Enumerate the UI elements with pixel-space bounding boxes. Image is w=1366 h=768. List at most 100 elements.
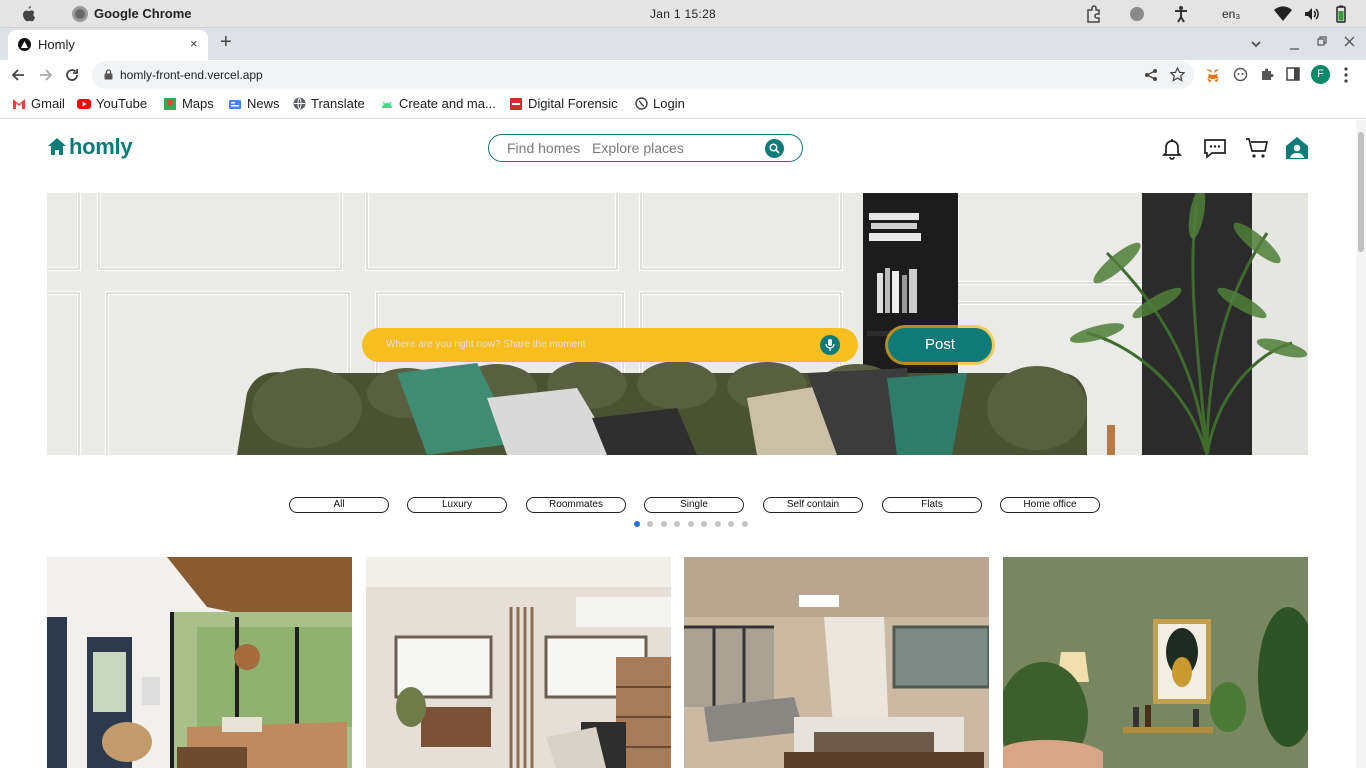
carousel-dot[interactable] [688,521,694,527]
close-window-icon[interactable] [1344,36,1355,47]
new-tab-button[interactable]: + [220,31,232,54]
site-search-bar[interactable]: Find homes Explore places [488,134,803,162]
youtube-icon [77,98,91,109]
category-all[interactable]: All [289,497,389,513]
cart-icon[interactable] [1245,136,1269,160]
restore-icon[interactable] [1317,36,1328,47]
url-text[interactable]: homly-front-end.vercel.app [120,68,263,82]
accessibility-icon[interactable] [1174,5,1188,23]
carousel-dot[interactable] [674,521,680,527]
tab-strip: Homly × + [0,28,1366,60]
active-app-name[interactable]: Google Chrome [94,6,192,21]
listing-photo-living-room-wood-ceiling [47,557,352,768]
minimize-icon[interactable] [1289,40,1300,51]
wifi-icon[interactable] [1274,5,1292,23]
profile-avatar[interactable]: F [1311,65,1330,84]
gmail-icon [13,98,25,109]
chat-icon[interactable] [1203,136,1227,160]
explore-places-placeholder[interactable]: Explore places [592,140,684,156]
metamask-extension-icon[interactable] [1205,67,1221,83]
bookmark-star-icon[interactable] [1170,67,1185,82]
address-bar[interactable]: homly-front-end.vercel.app [92,61,1194,89]
category-single[interactable]: Single [644,497,744,513]
category-flats[interactable]: Flats [882,497,982,513]
bookmark-maps[interactable]: Maps [163,96,214,111]
search-button[interactable] [765,139,784,158]
bell-icon[interactable] [1160,136,1184,160]
listing-photo-green-lounge [1003,557,1308,768]
microphone-button[interactable] [820,335,840,355]
logo-text: homly [69,134,133,159]
back-icon[interactable] [10,67,26,83]
more-menu-icon[interactable] [1344,67,1348,83]
bookmark-youtube[interactable]: YouTube [77,96,147,111]
search-icon [769,143,780,154]
carousel-dot[interactable] [742,521,748,527]
hero-wall-panels-image [47,193,1308,455]
tab-search-chevron-icon[interactable] [1250,38,1262,50]
bookmark-label: Maps [182,96,214,111]
tab-homly[interactable]: Homly × [8,30,208,60]
share-moment-input[interactable]: Where are you right now? Share the momen… [362,328,858,362]
page-scrollbar[interactable] [1356,120,1366,768]
bookmark-create-and-manage[interactable]: Create and ma... [380,96,496,111]
lock-icon[interactable] [104,69,113,80]
scrollbar-thumb[interactable] [1358,132,1364,252]
carousel-dot[interactable] [715,521,721,527]
bookmark-label: Create and ma... [399,96,496,111]
post-button[interactable]: Post [888,328,992,362]
digital-forensic-icon [510,97,522,110]
house-logo-icon [48,138,66,155]
side-panel-icon[interactable] [1286,67,1300,81]
volume-icon[interactable] [1303,5,1320,23]
listing-photo-loft-bedroom [684,557,989,768]
bookmark-label: Gmail [31,96,65,111]
bookmarks-bar: Gmail YouTube Maps News Translate Create… [0,90,1366,119]
bookmark-label: YouTube [96,96,148,111]
bookmark-digital-forensic[interactable]: Digital Forensic [509,96,618,111]
microphone-icon [825,339,835,351]
reload-icon[interactable] [64,67,80,83]
extension-circle-icon[interactable] [1233,67,1248,82]
battery-icon[interactable] [1334,5,1348,23]
listing-card[interactable] [47,557,352,768]
bookmark-label: Login [653,96,685,111]
bookmark-login[interactable]: Login [635,96,685,111]
extension-tray-icon[interactable] [1085,5,1102,23]
carousel-dot[interactable] [647,521,653,527]
apple-icon[interactable] [20,5,36,23]
share-moment-placeholder[interactable]: Where are you right now? Share the momen… [386,339,586,350]
carousel-dot[interactable] [701,521,707,527]
keyboard-language[interactable]: en₃ [1222,7,1240,21]
profile-house-icon[interactable] [1285,136,1309,160]
extensions-puzzle-icon[interactable] [1260,67,1275,82]
close-tab-icon[interactable]: × [190,36,198,51]
share-icon[interactable] [1144,68,1158,82]
bookmark-news[interactable]: News [228,96,280,111]
bookmark-translate[interactable]: Translate [293,96,365,111]
listing-photo-bedroom-windows [366,557,671,768]
browser-toolbar: homly-front-end.vercel.app F [0,60,1366,90]
bookmark-label: News [247,96,280,111]
category-roommates[interactable]: Roommates [526,497,626,513]
carousel-dot[interactable] [634,521,640,527]
login-icon [635,97,648,110]
news-icon [229,99,241,109]
category-self-contain[interactable]: Self contain [763,497,863,513]
listing-card[interactable] [1003,557,1308,768]
find-homes-placeholder[interactable]: Find homes [507,140,580,156]
bookmark-label: Translate [311,96,365,111]
listing-card[interactable] [684,557,989,768]
chrome-app-icon [72,6,88,22]
status-circle-icon[interactable] [1130,7,1144,21]
system-clock[interactable]: Jan 1 15:28 [650,7,716,21]
bookmark-gmail[interactable]: Gmail [12,96,65,111]
page-viewport: homly Find homes Explore places Where ar… [0,120,1366,768]
listing-card[interactable] [366,557,671,768]
carousel-dot[interactable] [661,521,667,527]
category-luxury[interactable]: Luxury [407,497,507,513]
carousel-dot[interactable] [728,521,734,527]
category-home-office[interactable]: Home office [1000,497,1100,513]
forward-icon[interactable] [38,67,54,83]
homly-logo[interactable]: homly [47,134,133,160]
